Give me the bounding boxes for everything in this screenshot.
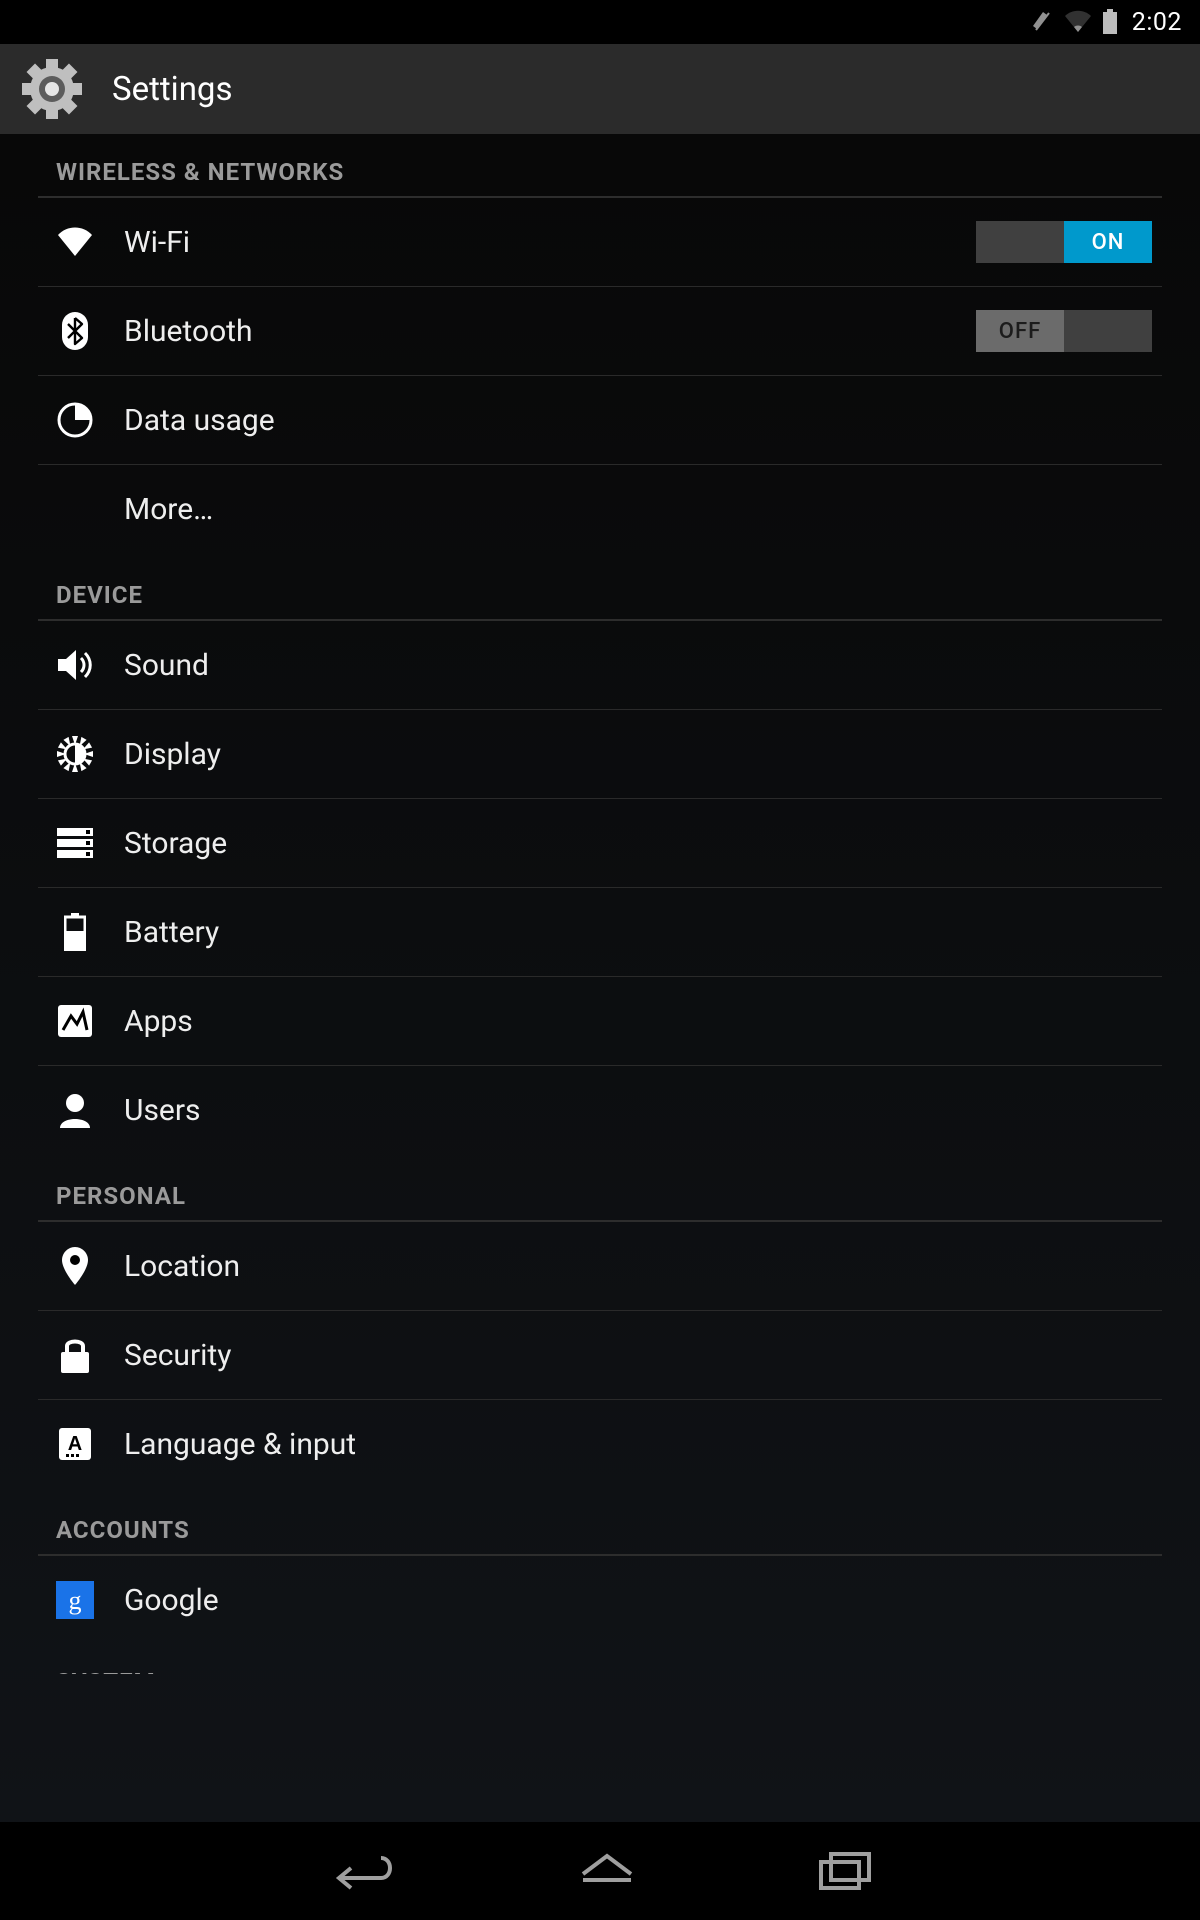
display-icon — [54, 733, 96, 775]
back-button[interactable] — [327, 1850, 397, 1892]
security-row[interactable]: Security — [38, 1311, 1162, 1399]
data-usage-icon — [54, 399, 96, 441]
display-row[interactable]: Display — [38, 710, 1162, 798]
bluetooth-label: Bluetooth — [124, 314, 976, 349]
users-label: Users — [124, 1093, 1162, 1128]
users-icon — [54, 1089, 96, 1131]
navigation-bar — [0, 1822, 1200, 1920]
location-row[interactable]: Location — [38, 1222, 1162, 1310]
recents-button[interactable] — [817, 1850, 873, 1892]
bluetooth-icon — [54, 310, 96, 352]
battery-label: Battery — [124, 915, 1162, 950]
sound-row[interactable]: Sound — [38, 621, 1162, 709]
location-label: Location — [124, 1249, 1162, 1284]
more-row[interactable]: More… — [38, 465, 1162, 553]
google-icon: g — [54, 1579, 96, 1621]
users-row[interactable]: Users — [38, 1066, 1162, 1154]
wifi-status-icon — [1064, 10, 1092, 34]
bluetooth-toggle[interactable]: OFF — [976, 310, 1152, 352]
language-icon: A — [54, 1423, 96, 1465]
battery-icon — [54, 911, 96, 953]
gear-icon — [18, 55, 86, 123]
battery-row[interactable]: Battery — [38, 888, 1162, 976]
display-label: Display — [124, 737, 1162, 772]
section-header-accounts: ACCOUNTS — [38, 1488, 1162, 1554]
section-header-device: DEVICE — [38, 553, 1162, 619]
more-blank-icon — [54, 488, 96, 530]
google-row[interactable]: g Google — [38, 1556, 1162, 1644]
language-row[interactable]: A Language & input — [38, 1400, 1162, 1488]
status-time: 2:02 — [1132, 8, 1182, 37]
section-header-system: SYSTEM — [38, 1644, 1162, 1674]
home-button[interactable] — [577, 1850, 637, 1892]
apps-icon — [54, 1000, 96, 1042]
sound-icon — [54, 644, 96, 686]
svg-text:g: g — [69, 1586, 82, 1615]
bluetooth-row[interactable]: Bluetooth OFF — [38, 287, 1162, 375]
google-label: Google — [124, 1583, 1162, 1618]
language-label: Language & input — [124, 1427, 1162, 1462]
wifi-toggle[interactable]: ON — [976, 221, 1152, 263]
lock-icon — [54, 1334, 96, 1376]
storage-label: Storage — [124, 826, 1162, 861]
storage-icon — [54, 822, 96, 864]
security-label: Security — [124, 1338, 1162, 1373]
section-header-personal: PERSONAL — [38, 1154, 1162, 1220]
sound-label: Sound — [124, 648, 1162, 683]
wifi-toggle-label: ON — [1064, 221, 1152, 263]
storage-row[interactable]: Storage — [38, 799, 1162, 887]
wifi-icon — [54, 221, 96, 263]
data-usage-label: Data usage — [124, 403, 1162, 438]
battery-status-icon — [1102, 9, 1118, 35]
bluetooth-toggle-label: OFF — [976, 310, 1064, 352]
settings-list: WIRELESS & NETWORKS Wi-Fi ON Bluetooth O… — [0, 134, 1200, 1822]
section-header-wireless: WIRELESS & NETWORKS — [38, 134, 1162, 196]
action-bar: Settings — [0, 44, 1200, 134]
location-icon — [54, 1245, 96, 1287]
svg-text:A: A — [68, 1433, 82, 1455]
more-label: More… — [124, 492, 1162, 527]
vibrate-icon — [1030, 10, 1054, 34]
apps-row[interactable]: Apps — [38, 977, 1162, 1065]
wifi-row[interactable]: Wi-Fi ON — [38, 198, 1162, 286]
status-bar: 2:02 — [0, 0, 1200, 44]
data-usage-row[interactable]: Data usage — [38, 376, 1162, 464]
app-title: Settings — [112, 70, 233, 109]
wifi-label: Wi-Fi — [124, 225, 976, 260]
apps-label: Apps — [124, 1004, 1162, 1039]
